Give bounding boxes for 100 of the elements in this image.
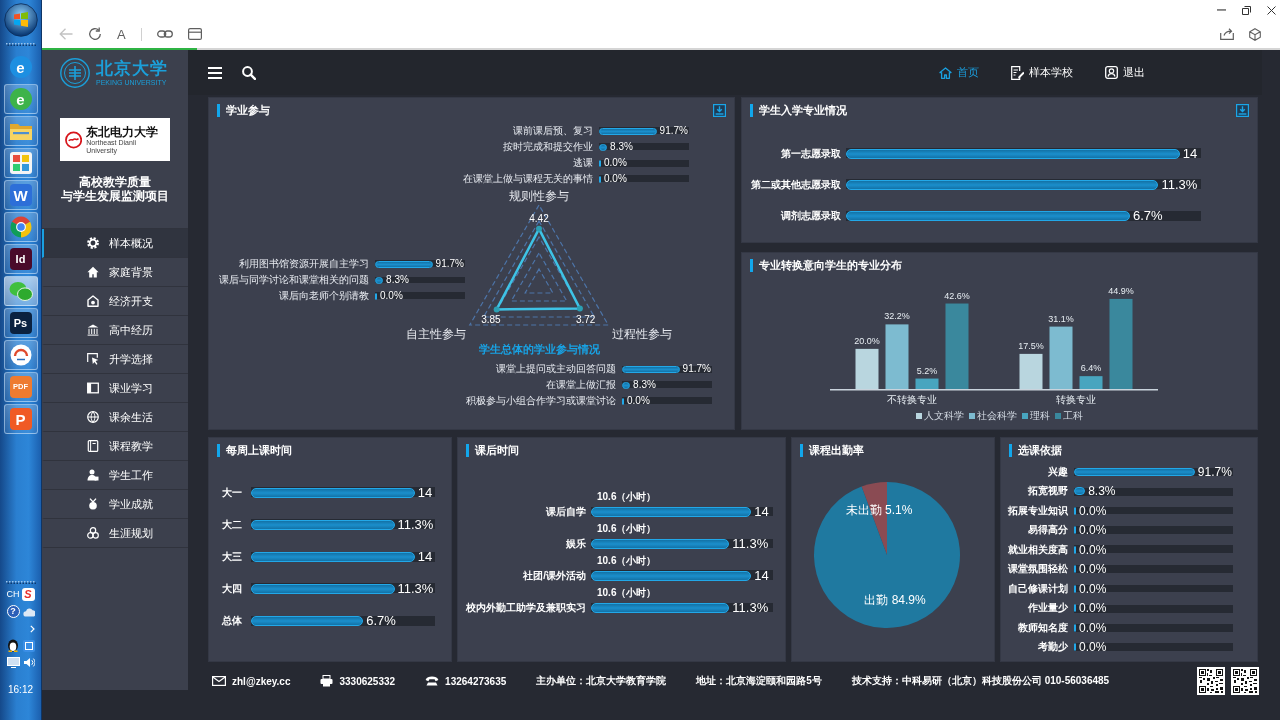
sidebar-item[interactable]: 学生工作 — [42, 461, 188, 490]
close-icon[interactable] — [1267, 5, 1276, 15]
folder-icon — [8, 121, 33, 141]
bar-label: 课前课后预、复习 — [512, 125, 593, 137]
nav-link[interactable]: 首页 — [939, 65, 979, 80]
bar-value: 0.0% — [1079, 504, 1107, 517]
gear-icon — [87, 237, 99, 249]
ball-icon — [87, 411, 99, 423]
project-title-line: 与学生发展监测项目 — [61, 189, 169, 203]
text-size-button[interactable]: A — [117, 27, 126, 41]
bar-value: 14 — [417, 486, 433, 499]
taskbar-button[interactable] — [3, 148, 38, 178]
footer-text: 技术支持：中科易研（北京）科技股份公司 010-56036485 — [851, 674, 1110, 688]
sidebar-item[interactable]: 高中经历 — [42, 316, 188, 345]
taskbar-button[interactable] — [3, 116, 38, 146]
bar-label: 逃课 — [572, 157, 593, 169]
data-label: 42.6% — [944, 290, 970, 301]
partner-emblem-icon — [65, 130, 83, 149]
bar-value: 0.0% — [1079, 563, 1107, 575]
input-method-indicator[interactable]: S — [21, 588, 35, 601]
panel-title: 每周上课时间 — [226, 443, 292, 458]
download-icon[interactable] — [1236, 104, 1249, 117]
color-grid-icon — [9, 152, 32, 174]
axis-label: 规则性参与 — [509, 189, 569, 203]
axis-label: 自主性参与 — [405, 327, 466, 341]
penguin-icon[interactable] — [6, 639, 19, 652]
category-label: 不转换专业 — [887, 394, 937, 405]
cloud-icon[interactable] — [22, 606, 35, 617]
slice-label: 出勤 84.9% — [864, 592, 926, 607]
bar-value: 8.3% — [633, 380, 656, 390]
nav-link[interactable]: 样本学校 — [1011, 65, 1073, 80]
sidebar-item[interactable]: 家庭背景 — [42, 258, 188, 287]
bar-value: 6.7% — [1133, 209, 1163, 222]
taskbar-button[interactable]: Ps — [3, 308, 38, 338]
sidebar-item[interactable]: 样本概况 — [42, 229, 188, 258]
taskbar-button[interactable] — [3, 276, 38, 306]
bar-value: 0.0% — [627, 396, 650, 406]
bar-value: 8.3% — [1088, 485, 1116, 497]
monitor-icon[interactable] — [6, 657, 20, 668]
volume-icon[interactable] — [22, 657, 35, 668]
data-label: 31.1% — [1048, 313, 1074, 324]
panel-title: 学生入学专业情况 — [759, 103, 847, 118]
bar-label: 拓宽视野 — [1027, 485, 1068, 497]
app-logo: Id — [9, 248, 32, 270]
cube-icon[interactable] — [1249, 27, 1261, 41]
menu-icon[interactable] — [208, 66, 222, 79]
bar-value: 0.0% — [604, 158, 627, 168]
taskbar-button[interactable] — [3, 340, 38, 370]
sidebar-item[interactable]: 课余生活 — [42, 403, 188, 432]
app-tile-icon[interactable] — [22, 639, 35, 652]
input-language[interactable]: CH — [6, 590, 20, 599]
house-icon — [87, 295, 99, 307]
chevron-icon[interactable] — [29, 624, 35, 633]
sidebar-item[interactable]: 课业学习 — [42, 374, 188, 403]
clock[interactable]: 16:12 — [8, 684, 33, 696]
sidebar-item[interactable]: 经济开支 — [42, 287, 188, 316]
app-logo: W — [9, 184, 32, 206]
share-icon[interactable] — [1220, 28, 1234, 40]
nav-link[interactable]: 退出 — [1105, 65, 1145, 80]
restore-icon[interactable] — [1242, 5, 1251, 15]
sidebar-item[interactable]: 课程教学 — [42, 432, 188, 461]
notebook-icon — [87, 440, 99, 452]
link-icon[interactable] — [156, 29, 173, 39]
user-icon — [1105, 66, 1118, 79]
reload-icon[interactable] — [88, 27, 102, 41]
start-icon[interactable] — [3, 3, 38, 37]
bar-label: 大三 — [222, 550, 243, 563]
data-label: 17.5% — [1018, 340, 1044, 351]
sidebar-item[interactable]: 生涯规划 — [42, 519, 188, 548]
bar-label: 课堂上提问或主动回答问题 — [495, 363, 616, 375]
taskbar-button[interactable]: Id — [3, 244, 38, 274]
columns-building-icon — [87, 324, 99, 336]
sidebar-item[interactable]: 学业成就 — [42, 490, 188, 519]
bar-note: 10.6（小时） — [596, 523, 658, 535]
taskbar-button[interactable]: W — [3, 180, 38, 210]
app-logo: e — [9, 56, 32, 78]
bar-label: 按时完成和提交作业 — [502, 141, 593, 153]
bar-value: 14 — [1182, 147, 1198, 160]
window-icon[interactable] — [187, 28, 202, 40]
search-icon[interactable] — [242, 65, 256, 80]
title-marker-icon — [217, 444, 220, 457]
help-button[interactable]: ? — [6, 605, 20, 618]
chart-title: 学生总体的学业参与情况 — [478, 343, 600, 355]
title-marker-icon — [217, 104, 220, 117]
bar-value: 0.0% — [604, 174, 627, 184]
panel-title: 专业转换意向学生的专业分布 — [759, 258, 902, 273]
bar-value: 0.0% — [1079, 641, 1107, 653]
sidebar-item[interactable]: 升学选择 — [42, 345, 188, 374]
bar-value: 0.0% — [1079, 582, 1107, 595]
download-icon[interactable] — [713, 104, 726, 117]
bar-note: 10.6（小时） — [596, 587, 658, 599]
bar-value: 6.7% — [366, 614, 396, 627]
three-circles-icon — [87, 527, 99, 539]
taskbar-button[interactable] — [3, 212, 38, 242]
app-logo: Ps — [9, 312, 32, 334]
footer-text: 主办单位：北京大学教育学院 — [536, 674, 667, 688]
bar-label: 自己修课计划 — [1007, 582, 1068, 595]
bar-value: 0.0% — [380, 291, 403, 301]
grip-icon — [5, 581, 36, 584]
qr-code-icon — [1197, 667, 1225, 695]
